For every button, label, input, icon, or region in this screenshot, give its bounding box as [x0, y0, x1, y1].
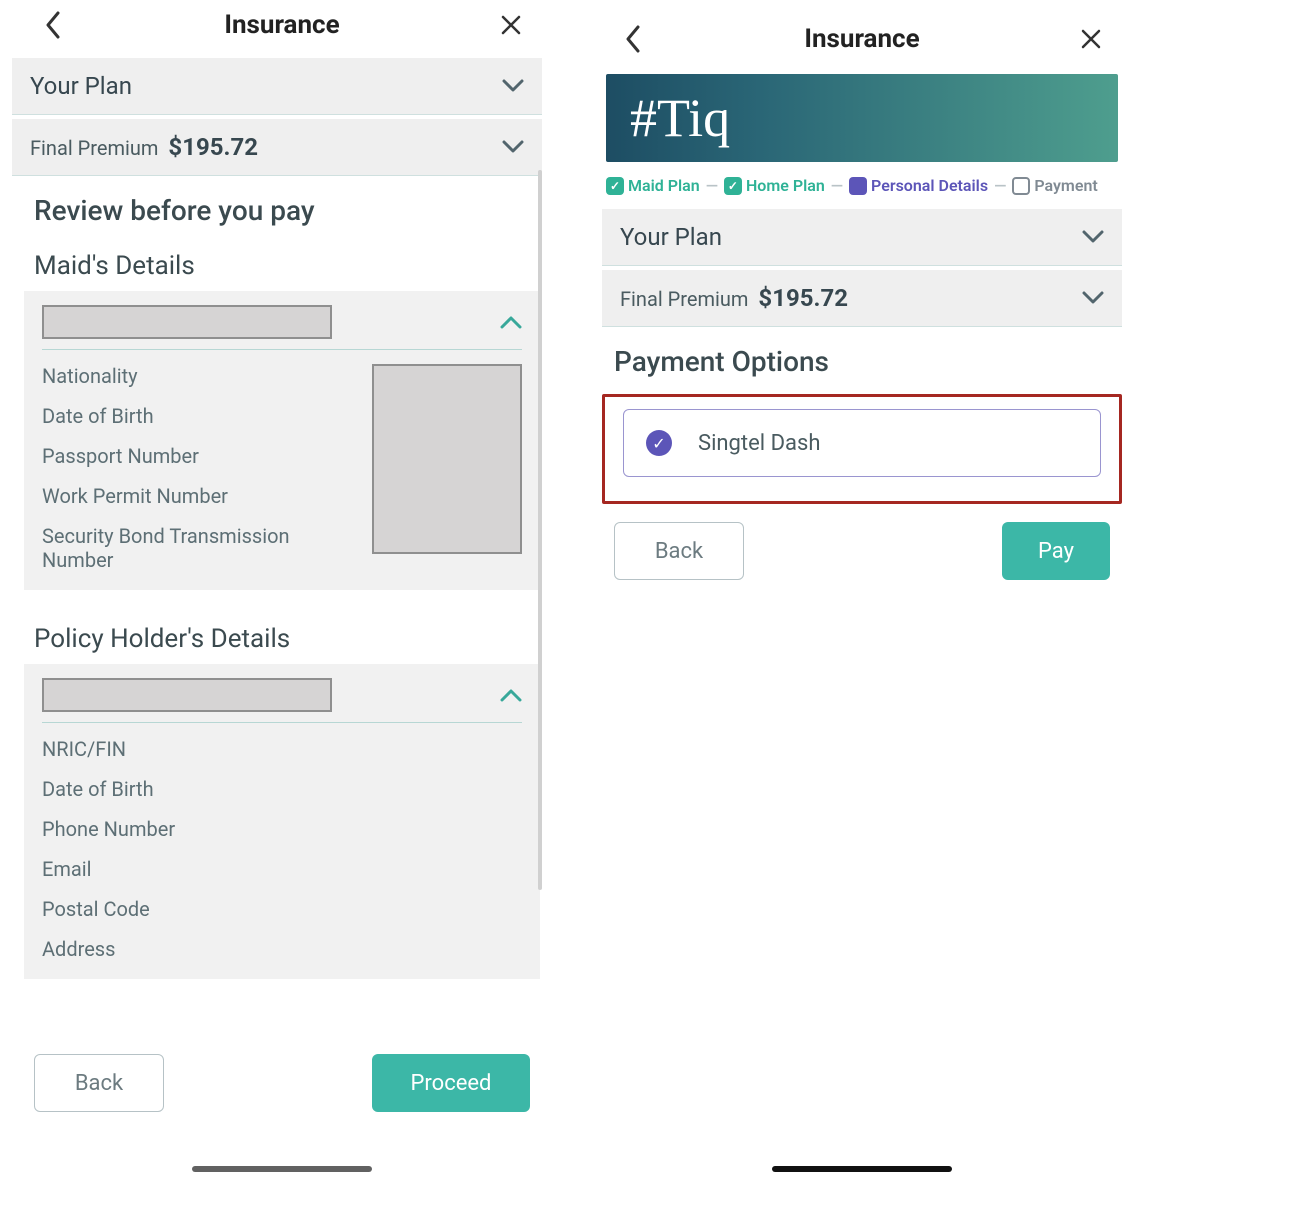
brand-banner: #Tiq: [606, 74, 1118, 162]
screen-review: Insurance Your Plan Final Premium $195.7…: [12, 0, 552, 1190]
screen-payment: Insurance #Tiq ✓ Maid Plan — ✓ Home Plan…: [592, 0, 1132, 1190]
step-separator: —: [994, 176, 1006, 195]
final-premium-collapsible[interactable]: Final Premium $195.72: [12, 119, 542, 176]
page-title: Insurance: [804, 24, 919, 54]
field-label: Passport Number: [42, 444, 356, 468]
check-icon: ✓: [724, 177, 742, 195]
close-icon[interactable]: [494, 8, 528, 42]
back-icon[interactable]: [36, 8, 70, 42]
home-indicator[interactable]: [772, 1166, 952, 1172]
field-label: NRIC/FIN: [42, 737, 522, 761]
back-icon[interactable]: [616, 22, 650, 56]
step-maid-plan: ✓ Maid Plan: [606, 176, 700, 195]
step-current-icon: [849, 177, 867, 195]
chevron-down-icon: [502, 135, 524, 160]
page-title: Insurance: [224, 10, 339, 40]
brand-logo-text: #Tiq: [630, 87, 730, 149]
field-label: Date of Birth: [42, 777, 522, 801]
final-premium-label: Final Premium: [30, 136, 158, 160]
your-plan-label: Your Plan: [30, 72, 132, 100]
maid-name-placeholder: [42, 305, 332, 339]
field-label: Postal Code: [42, 897, 522, 921]
payment-options-heading: Payment Options: [592, 327, 1132, 386]
step-personal-details: Personal Details: [849, 176, 988, 195]
final-premium-amount: $195.72: [168, 133, 258, 161]
step-separator: —: [831, 176, 843, 195]
maid-photo-placeholder: [372, 364, 522, 554]
chevron-up-icon: [500, 310, 522, 335]
holder-details-heading: Policy Holder's Details: [12, 608, 552, 664]
button-row: Back Proceed: [34, 1054, 530, 1112]
button-row: Back Pay: [614, 522, 1110, 580]
back-button[interactable]: Back: [34, 1054, 164, 1112]
back-button[interactable]: Back: [614, 522, 744, 580]
payment-option-highlight: ✓ Singtel Dash: [602, 394, 1122, 504]
step-separator: —: [706, 176, 718, 195]
topbar: Insurance: [12, 0, 552, 54]
final-premium-collapsible[interactable]: Final Premium $195.72: [602, 270, 1122, 327]
maid-details-heading: Maid's Details: [12, 235, 552, 291]
field-label: Address: [42, 937, 522, 961]
field-label: Security Bond Transmission Number: [42, 524, 356, 572]
chevron-down-icon: [1082, 286, 1104, 311]
field-label: Email: [42, 857, 522, 881]
pay-button[interactable]: Pay: [1002, 522, 1110, 580]
step-pending-icon: [1012, 177, 1030, 195]
your-plan-collapsible[interactable]: Your Plan: [602, 209, 1122, 266]
selected-check-icon: ✓: [646, 430, 672, 456]
step-payment: Payment: [1012, 176, 1097, 195]
final-premium-label: Final Premium: [620, 287, 748, 311]
scrollbar[interactable]: [538, 170, 542, 890]
payment-option-singtel-dash[interactable]: ✓ Singtel Dash: [623, 409, 1101, 477]
payment-option-label: Singtel Dash: [698, 431, 820, 456]
chevron-down-icon: [502, 74, 524, 99]
holder-details-panel: NRIC/FIN Date of Birth Phone Number Emai…: [24, 664, 540, 979]
proceed-button[interactable]: Proceed: [372, 1054, 530, 1112]
maid-field-list: Nationality Date of Birth Passport Numbe…: [42, 364, 356, 572]
field-label: Date of Birth: [42, 404, 356, 428]
your-plan-label: Your Plan: [620, 223, 722, 251]
holder-name-placeholder: [42, 678, 332, 712]
review-heading: Review before you pay: [12, 176, 552, 235]
progress-stepper: ✓ Maid Plan — ✓ Home Plan — Personal Det…: [592, 170, 1132, 205]
field-label: Nationality: [42, 364, 356, 388]
holder-panel-header[interactable]: [42, 678, 522, 723]
chevron-down-icon: [1082, 225, 1104, 250]
holder-field-list: NRIC/FIN Date of Birth Phone Number Emai…: [42, 737, 522, 961]
maid-details-panel: Nationality Date of Birth Passport Numbe…: [24, 291, 540, 590]
check-icon: ✓: [606, 177, 624, 195]
close-icon[interactable]: [1074, 22, 1108, 56]
chevron-up-icon: [500, 683, 522, 708]
field-label: Work Permit Number: [42, 484, 356, 508]
step-home-plan: ✓ Home Plan: [724, 176, 825, 195]
topbar: Insurance: [592, 0, 1132, 74]
field-label: Phone Number: [42, 817, 522, 841]
your-plan-collapsible[interactable]: Your Plan: [12, 58, 542, 115]
home-indicator[interactable]: [192, 1166, 372, 1172]
maid-panel-header[interactable]: [42, 305, 522, 350]
final-premium-amount: $195.72: [758, 284, 848, 312]
